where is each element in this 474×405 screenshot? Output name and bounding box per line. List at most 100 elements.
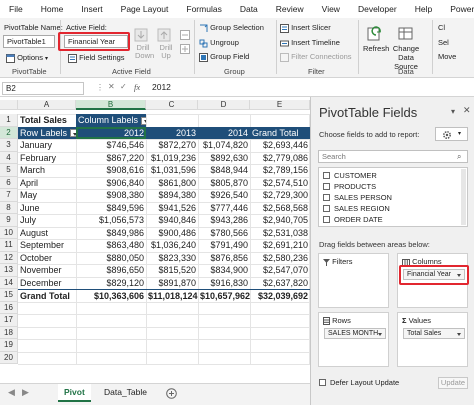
value-cell[interactable]: $894,380: [146, 189, 198, 202]
menu-view[interactable]: View: [313, 4, 349, 14]
filter-connections-button[interactable]: Filter Connections: [280, 52, 352, 62]
row-label-cell[interactable]: September: [18, 239, 76, 252]
value-cell[interactable]: $849,596: [76, 202, 146, 215]
value-cell[interactable]: $940,846: [146, 214, 198, 227]
defer-layout-update-checkbox[interactable]: Defer Layout Update: [319, 378, 399, 387]
tab-data-table[interactable]: Data_Table: [98, 384, 153, 402]
value-cell[interactable]: $2,729,300: [250, 189, 310, 202]
update-button[interactable]: Update: [438, 377, 468, 389]
field-checkbox[interactable]: [323, 194, 330, 201]
cell-e2[interactable]: Grand Total: [250, 126, 310, 139]
field-checkbox[interactable]: [323, 205, 330, 212]
value-cell[interactable]: $2,547,070: [250, 264, 310, 277]
row-header[interactable]: 8: [0, 201, 18, 214]
row-header[interactable]: 12: [0, 251, 18, 264]
value-cell[interactable]: $916,830: [198, 277, 250, 290]
value-cell[interactable]: $941,526: [146, 202, 198, 215]
menu-power-pivot[interactable]: Power Pivot: [441, 4, 474, 14]
value-cell[interactable]: $2,574,510: [250, 177, 310, 190]
value-cell[interactable]: $1,036,240: [146, 239, 198, 252]
cell-a1[interactable]: Total Sales: [18, 114, 76, 127]
column-header-e[interactable]: E: [250, 100, 310, 110]
menu-data[interactable]: Data: [231, 4, 267, 14]
field-search-input[interactable]: Search: [318, 150, 468, 163]
menu-developer[interactable]: Developer: [349, 4, 406, 14]
row-header[interactable]: 4: [0, 151, 18, 164]
value-cell[interactable]: $943,286: [198, 214, 250, 227]
row-header[interactable]: 11: [0, 239, 18, 252]
pivottable-name-input[interactable]: PivotTable1: [3, 35, 55, 48]
menu-formulas[interactable]: Formulas: [177, 4, 230, 14]
select-all-corner[interactable]: [0, 100, 18, 110]
cell-a2[interactable]: Row Labels: [18, 126, 76, 139]
value-cell[interactable]: $2,691,210: [250, 239, 310, 252]
column-header-d[interactable]: D: [198, 100, 250, 110]
row-label-cell[interactable]: May: [18, 189, 76, 202]
row-header[interactable]: 1: [0, 114, 18, 127]
clear-button[interactable]: Cl: [438, 23, 445, 32]
value-cell[interactable]: $891,870: [146, 277, 198, 290]
cancel-formula-icon[interactable]: ✕: [108, 82, 115, 91]
row-header[interactable]: 13: [0, 264, 18, 277]
value-cell[interactable]: $780,566: [198, 227, 250, 240]
field-list-item[interactable]: PRODUCTS: [323, 182, 376, 191]
value-cell[interactable]: $908,616: [76, 164, 146, 177]
value-cell[interactable]: $2,580,236: [250, 252, 310, 265]
cell-d2[interactable]: 2014: [198, 126, 250, 139]
value-cell[interactable]: $876,856: [198, 252, 250, 265]
enter-formula-icon[interactable]: ✓: [120, 82, 127, 91]
drill-up-button[interactable]: Drill Up: [158, 44, 174, 60]
value-cell[interactable]: $1,019,236: [146, 152, 198, 165]
value-cell[interactable]: $872,270: [146, 139, 198, 152]
value-cell[interactable]: $2,693,446: [250, 139, 310, 152]
group-selection-button[interactable]: Group Selection: [199, 23, 264, 33]
menu-file[interactable]: File: [0, 4, 32, 14]
options-button[interactable]: Options ▾: [6, 53, 48, 63]
value-cell[interactable]: $896,650: [76, 264, 146, 277]
row-header[interactable]: 3: [0, 139, 18, 152]
value-cell[interactable]: $880,050: [76, 252, 146, 265]
menu-page-layout[interactable]: Page Layout: [112, 4, 178, 14]
column-header-a[interactable]: A: [18, 100, 76, 110]
value-cell[interactable]: $2,940,705: [250, 214, 310, 227]
column-labels-dropdown-icon[interactable]: [141, 116, 146, 125]
value-cell[interactable]: $2,568,568: [250, 202, 310, 215]
cell-b1[interactable]: Column Labels: [76, 114, 146, 127]
drill-down-button[interactable]: Drill Down: [135, 44, 154, 60]
grand-total-all[interactable]: $32,039,692: [250, 289, 310, 302]
row-header[interactable]: 15: [0, 289, 18, 302]
columns-area[interactable]: Columns Financial Year: [397, 253, 469, 308]
column-header-b[interactable]: B: [76, 100, 146, 110]
group-field-button[interactable]: Group Field: [199, 52, 249, 62]
row-label-cell[interactable]: June: [18, 202, 76, 215]
value-cell[interactable]: $746,546: [76, 139, 146, 152]
row-header[interactable]: 9: [0, 214, 18, 227]
name-box[interactable]: B2: [2, 82, 84, 95]
add-sheet-icon[interactable]: [166, 388, 177, 399]
insert-function-icon[interactable]: fx: [134, 82, 140, 92]
value-cell[interactable]: $906,840: [76, 177, 146, 190]
menu-review[interactable]: Review: [267, 4, 313, 14]
field-list-item[interactable]: SALES PERSON: [323, 193, 392, 202]
value-cell[interactable]: $908,380: [76, 189, 146, 202]
row-label-cell[interactable]: April: [18, 177, 76, 190]
select-button[interactable]: Sel: [438, 38, 449, 47]
scroll-tabs-left-icon[interactable]: ◀: [8, 387, 15, 398]
values-field-total-sales[interactable]: Total Sales: [403, 328, 465, 339]
grand-total-label[interactable]: Grand Total: [18, 289, 76, 302]
row-header[interactable]: 20: [0, 351, 18, 364]
rows-field-sales-month[interactable]: SALES MONTH: [324, 328, 386, 339]
value-cell[interactable]: $823,330: [146, 252, 198, 265]
grand-total-2012[interactable]: $10,363,606: [76, 289, 146, 302]
value-cell[interactable]: $777,446: [198, 202, 250, 215]
cell-c2[interactable]: 2013: [146, 126, 198, 139]
row-label-cell[interactable]: October: [18, 252, 76, 265]
pane-options-dropdown-icon[interactable]: ▾: [451, 107, 455, 116]
row-label-cell[interactable]: July: [18, 214, 76, 227]
field-list-scrollbar[interactable]: [461, 169, 466, 225]
values-area[interactable]: Σ Values Total Sales: [397, 312, 468, 367]
menu-help[interactable]: Help: [406, 4, 441, 14]
insert-timeline-button[interactable]: Insert Timeline: [280, 38, 340, 48]
row-label-cell[interactable]: January: [18, 139, 76, 152]
value-cell[interactable]: $926,540: [198, 189, 250, 202]
